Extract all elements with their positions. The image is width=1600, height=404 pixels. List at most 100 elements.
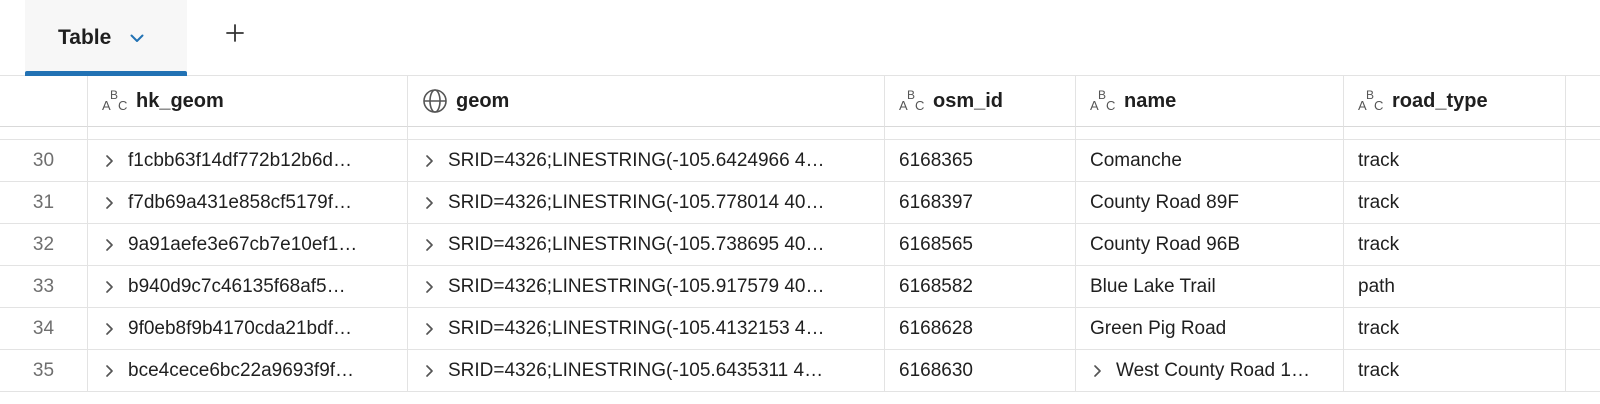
- column-header-name[interactable]: ABC name: [1076, 76, 1344, 127]
- cell-geom[interactable]: SRID=4326;LINESTRING(-105.917579 40…: [408, 266, 885, 308]
- cell-hk-geom[interactable]: 9a91aefe3e67cb7e10ef1…: [88, 224, 408, 266]
- cell-geom[interactable]: SRID=4326;LINESTRING(-105.4132153 4…: [408, 308, 885, 350]
- cell-value: 6168630: [899, 360, 973, 381]
- chevron-right-icon[interactable]: [422, 196, 436, 210]
- column-header-osm-id[interactable]: ABC osm_id: [885, 76, 1076, 127]
- cell-osm-id[interactable]: 6168582: [885, 266, 1076, 308]
- tab-label: Table: [58, 26, 112, 49]
- cell-value: SRID=4326;LINESTRING(-105.6424966 4…: [448, 150, 825, 171]
- cell-spacer: [1566, 182, 1600, 224]
- chevron-right-icon[interactable]: [102, 196, 116, 210]
- column-header-hk-geom[interactable]: ABC hk_geom: [88, 76, 408, 127]
- cell-hk-geom[interactable]: b940d9c7c46135f68af5…: [88, 266, 408, 308]
- chevron-right-icon[interactable]: [102, 280, 116, 294]
- chevron-right-icon[interactable]: [102, 364, 116, 378]
- column-header-label: hk_geom: [136, 89, 224, 112]
- column-header-geom[interactable]: geom: [408, 76, 885, 127]
- cell-name[interactable]: County Road 89F: [1076, 182, 1344, 224]
- cell-osm-id[interactable]: 6168365: [885, 140, 1076, 182]
- cell-name[interactable]: West County Road 1…: [1076, 350, 1344, 392]
- cell-value: track: [1358, 150, 1400, 171]
- table-row[interactable]: 33 b940d9c7c46135f68af5… SRID=4326;LINESTR…: [0, 266, 1600, 308]
- row-index-header: [0, 76, 88, 127]
- row-index: 33: [0, 266, 88, 308]
- table-row[interactable]: 35 bce4cece6bc22a9693f9f… SRID=4326;LINEST…: [0, 350, 1600, 392]
- chevron-down-icon[interactable]: [129, 30, 145, 46]
- string-type-icon: ABC: [1090, 87, 1120, 115]
- cell-value: County Road 96B: [1090, 234, 1240, 255]
- cell-spacer: [1566, 308, 1600, 350]
- chevron-right-icon[interactable]: [1090, 364, 1104, 378]
- chevron-right-icon[interactable]: [102, 322, 116, 336]
- cell-hk-geom[interactable]: f1cbb63f14df772b12b6d…: [88, 140, 408, 182]
- string-type-icon: ABC: [899, 87, 929, 115]
- table-row[interactable]: 31 f7db69a431e858cf5179f… SRID=4326;LINEST…: [0, 182, 1600, 224]
- chevron-right-icon[interactable]: [102, 238, 116, 252]
- cell-value: Green Pig Road: [1090, 318, 1227, 339]
- plus-icon: [226, 24, 244, 42]
- cell-osm-id[interactable]: 6168628: [885, 308, 1076, 350]
- svg-text:C: C: [1106, 98, 1115, 113]
- cell-geom[interactable]: SRID=4326;LINESTRING(-105.778014 40…: [408, 182, 885, 224]
- cell-osm-id[interactable]: 6168630: [885, 350, 1076, 392]
- column-header-label: geom: [456, 89, 510, 112]
- scrolled-partial-row: [0, 127, 1600, 140]
- cell-value: 6168628: [899, 318, 973, 339]
- cell-osm-id[interactable]: 6168565: [885, 224, 1076, 266]
- cell-value: bce4cece6bc22a9693f9f…: [128, 360, 355, 381]
- cell-value: track: [1358, 192, 1400, 213]
- column-header-road-type[interactable]: ABC road_type: [1344, 76, 1566, 127]
- cell-name[interactable]: County Road 96B: [1076, 224, 1344, 266]
- cell-name[interactable]: Green Pig Road: [1076, 308, 1344, 350]
- tab-table[interactable]: Table: [25, 0, 187, 76]
- table-row[interactable]: 34 9f0eb8f9b4170cda21bdf… SRID=4326;LINEST…: [0, 308, 1600, 350]
- cell-value: track: [1358, 234, 1400, 255]
- string-type-icon: ABC: [1358, 87, 1388, 115]
- column-header-label: road_type: [1392, 89, 1488, 112]
- column-header-label: name: [1124, 89, 1177, 112]
- cell-road-type[interactable]: track: [1344, 224, 1566, 266]
- cell-value: SRID=4326;LINESTRING(-105.4132153 4…: [448, 318, 825, 339]
- chevron-right-icon[interactable]: [422, 154, 436, 168]
- row-index: 32: [0, 224, 88, 266]
- cell-geom[interactable]: SRID=4326;LINESTRING(-105.6435311 4…: [408, 350, 885, 392]
- table-row[interactable]: 32 9a91aefe3e67cb7e10ef1… SRID=4326;LINEST…: [0, 224, 1600, 266]
- cell-value: f7db69a431e858cf5179f…: [128, 192, 352, 213]
- cell-value: County Road 89F: [1090, 192, 1239, 213]
- chevron-right-icon[interactable]: [422, 280, 436, 294]
- cell-value: SRID=4326;LINESTRING(-105.738695 40…: [448, 234, 825, 255]
- cell-value: 6168565: [899, 234, 973, 255]
- column-header-spacer: [1566, 76, 1600, 127]
- cell-road-type[interactable]: track: [1344, 308, 1566, 350]
- add-tab-button[interactable]: [222, 20, 248, 46]
- chevron-right-icon[interactable]: [422, 238, 436, 252]
- cell-road-type[interactable]: track: [1344, 140, 1566, 182]
- cell-name[interactable]: Blue Lake Trail: [1076, 266, 1344, 308]
- cell-hk-geom[interactable]: 9f0eb8f9b4170cda21bdf…: [88, 308, 408, 350]
- cell-hk-geom[interactable]: f7db69a431e858cf5179f…: [88, 182, 408, 224]
- chevron-right-icon[interactable]: [102, 154, 116, 168]
- cell-road-type[interactable]: path: [1344, 266, 1566, 308]
- svg-text:C: C: [118, 98, 127, 113]
- cell-value: f1cbb63f14df772b12b6d…: [128, 150, 352, 171]
- cell-value: Comanche: [1090, 150, 1182, 171]
- cell-value: track: [1358, 318, 1400, 339]
- cell-road-type[interactable]: track: [1344, 350, 1566, 392]
- chevron-right-icon[interactable]: [422, 322, 436, 336]
- cell-name[interactable]: Comanche: [1076, 140, 1344, 182]
- cell-value: SRID=4326;LINESTRING(-105.778014 40…: [448, 192, 825, 213]
- cell-osm-id[interactable]: 6168397: [885, 182, 1076, 224]
- cell-value: 6168365: [899, 150, 973, 171]
- chevron-right-icon[interactable]: [422, 364, 436, 378]
- cell-geom[interactable]: SRID=4326;LINESTRING(-105.6424966 4…: [408, 140, 885, 182]
- row-index: 34: [0, 308, 88, 350]
- cell-geom[interactable]: SRID=4326;LINESTRING(-105.738695 40…: [408, 224, 885, 266]
- string-type-icon: ABC: [102, 87, 132, 115]
- cell-value: 6168582: [899, 276, 973, 297]
- svg-text:C: C: [915, 98, 924, 113]
- cell-hk-geom[interactable]: bce4cece6bc22a9693f9f…: [88, 350, 408, 392]
- cell-road-type[interactable]: track: [1344, 182, 1566, 224]
- cell-spacer: [1566, 140, 1600, 182]
- table-row[interactable]: 30 f1cbb63f14df772b12b6d… SRID=4326;LINEST…: [0, 140, 1600, 182]
- cell-value: 9a91aefe3e67cb7e10ef1…: [128, 234, 358, 255]
